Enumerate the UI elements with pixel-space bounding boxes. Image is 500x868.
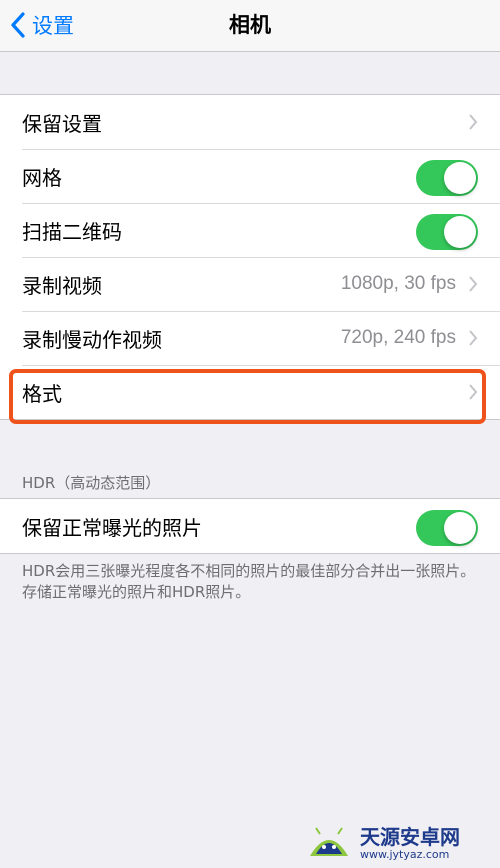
row-record-slo-mo[interactable]: 录制慢动作视频 720p, 240 fps <box>0 311 500 365</box>
chevron-right-icon <box>469 114 478 130</box>
toggle-knob <box>444 216 476 248</box>
watermark-name: 天源安卓网 <box>360 825 460 849</box>
row-label: 网格 <box>22 165 62 190</box>
row-label: 录制视频 <box>22 273 102 298</box>
scan-qr-toggle[interactable] <box>416 214 478 250</box>
row-label: 扫描二维码 <box>22 219 122 244</box>
toggle-knob <box>444 162 476 194</box>
grid-toggle[interactable] <box>416 160 478 196</box>
chevron-right-icon <box>469 276 478 292</box>
row-value: 1080p, 30 fps <box>340 273 456 294</box>
android-logo-icon <box>310 827 348 856</box>
watermark: 天源安卓网 www.jytyaz.com <box>304 818 500 868</box>
row-preserve-settings[interactable]: 保留设置 <box>0 95 500 149</box>
watermark-url: www.jytyaz.com <box>360 848 450 861</box>
row-label: 保留设置 <box>22 111 102 136</box>
chevron-right-icon <box>469 330 478 346</box>
keep-normal-photo-toggle[interactable] <box>416 510 478 546</box>
row-value: 720p, 240 fps <box>340 327 456 348</box>
hdr-section-header: HDR（高动态范围） <box>22 474 161 492</box>
toggle-knob <box>444 512 476 544</box>
hdr-group: 保留正常曝光的照片 <box>0 498 500 554</box>
hdr-footer-note: HDR会用三张曝光程度各不相同的照片的最佳部分合并出一张照片。存储正常曝光的照片… <box>22 562 476 601</box>
formats-highlight-box <box>9 369 486 424</box>
row-grid: 网格 <box>0 149 500 203</box>
page-title: 相机 <box>229 13 271 37</box>
row-label: 保留正常曝光的照片 <box>22 515 202 540</box>
row-record-video[interactable]: 录制视频 1080p, 30 fps <box>0 257 500 311</box>
navigation-bar: 设置 相机 <box>0 0 500 52</box>
row-keep-normal-photo: 保留正常曝光的照片 <box>0 499 500 553</box>
row-scan-qr-code: 扫描二维码 <box>0 203 500 257</box>
row-label: 录制慢动作视频 <box>22 327 162 352</box>
